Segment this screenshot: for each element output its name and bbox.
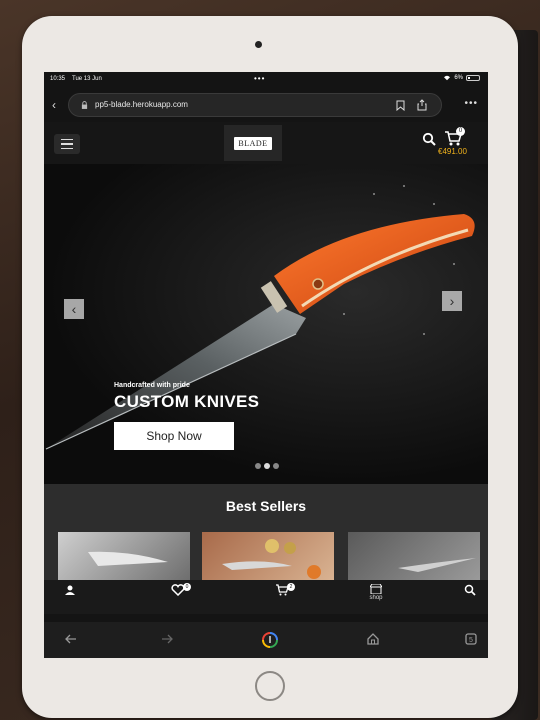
- status-date: Tue 13 Jun: [72, 76, 102, 82]
- product-image-3: [398, 558, 476, 572]
- product-card-3[interactable]: [348, 532, 480, 580]
- assistant-icon[interactable]: [262, 632, 278, 648]
- best-sellers-title: Best Sellers: [225, 498, 307, 514]
- share-icon[interactable]: [417, 99, 427, 111]
- hero-carousel: ‹ › Handcrafted with pride CUSTOM KNIVES…: [44, 164, 488, 484]
- shop-label: shop: [369, 595, 383, 601]
- product-card-1[interactable]: [58, 532, 190, 580]
- battery-percent: 6%: [454, 75, 463, 81]
- status-right: 6%: [443, 75, 480, 81]
- tabs-icon[interactable]: 5: [464, 632, 480, 648]
- site-bottom-nav: 0 2 shop: [44, 580, 488, 614]
- cart-total: €491.00: [438, 147, 467, 156]
- carousel-dot-1[interactable]: [255, 463, 261, 469]
- wifi-icon: [444, 75, 451, 81]
- product-image-1: [88, 551, 168, 566]
- carousel-dot-3[interactable]: [273, 463, 279, 469]
- search-icon[interactable]: [422, 132, 436, 146]
- browser-back-icon[interactable]: ‹: [52, 98, 64, 112]
- wishlist-count-badge: 0: [183, 583, 191, 591]
- status-time: 10:35: [50, 76, 66, 82]
- multitask-dots[interactable]: •••: [254, 74, 265, 83]
- best-sellers-section: Best Sellers: [44, 484, 488, 594]
- svg-text:5: 5: [469, 637, 473, 644]
- url-text: pp5-blade.herokuapp.com: [95, 100, 188, 109]
- user-icon: [65, 585, 75, 595]
- site-logo[interactable]: BLADE: [224, 125, 282, 161]
- shop-nav-button[interactable]: shop: [356, 584, 396, 612]
- carousel-next-button[interactable]: ›: [442, 291, 462, 311]
- search-nav-button[interactable]: [450, 584, 488, 612]
- url-field[interactable]: pp5-blade.herokuapp.com: [68, 93, 442, 117]
- carousel-indicators: [255, 463, 279, 469]
- address-bar-row: ‹ pp5-blade.herokuapp.com •••: [44, 90, 488, 122]
- knife-image: [45, 185, 475, 450]
- hero-title: CUSTOM KNIVES: [114, 392, 260, 411]
- wishlist-nav-button[interactable]: 0: [158, 583, 198, 612]
- front-camera: [255, 41, 262, 48]
- product-card-2[interactable]: [202, 532, 334, 580]
- status-bar: 10:35 Tue 13 Jun ••• 6%: [44, 72, 488, 88]
- cart-nav-button[interactable]: 2: [262, 583, 302, 612]
- carousel-prev-button[interactable]: ‹: [64, 299, 84, 319]
- menu-icon[interactable]: [54, 134, 80, 154]
- carousel-dot-2[interactable]: [264, 463, 270, 469]
- battery-icon: [466, 75, 480, 81]
- account-nav-button[interactable]: [50, 584, 90, 612]
- hero-tagline: Handcrafted with pride: [114, 382, 190, 389]
- shop-icon: [370, 584, 382, 594]
- cart-nav-count-badge: 2: [287, 583, 295, 591]
- search-icon: [464, 584, 476, 596]
- screen: 10:35 Tue 13 Jun ••• 6% ‹ pp5-blade.hero…: [44, 72, 488, 658]
- home-button[interactable]: [255, 671, 285, 701]
- shop-now-button[interactable]: Shop Now: [114, 422, 234, 450]
- browser-back-arrow-icon[interactable]: [64, 632, 80, 648]
- cart-count-badge: 0: [456, 127, 465, 136]
- lock-icon: [81, 101, 88, 109]
- site-header: BLADE 0 €491.00: [44, 122, 488, 164]
- product-image-2: [222, 539, 321, 579]
- bookmark-icon[interactable]: [396, 100, 405, 111]
- browser-forward-arrow-icon[interactable]: [160, 632, 176, 648]
- browser-toolbar: 5: [44, 622, 488, 658]
- more-options-icon[interactable]: •••: [464, 98, 478, 109]
- home-icon[interactable]: [366, 632, 382, 648]
- logo-text: BLADE: [234, 136, 272, 150]
